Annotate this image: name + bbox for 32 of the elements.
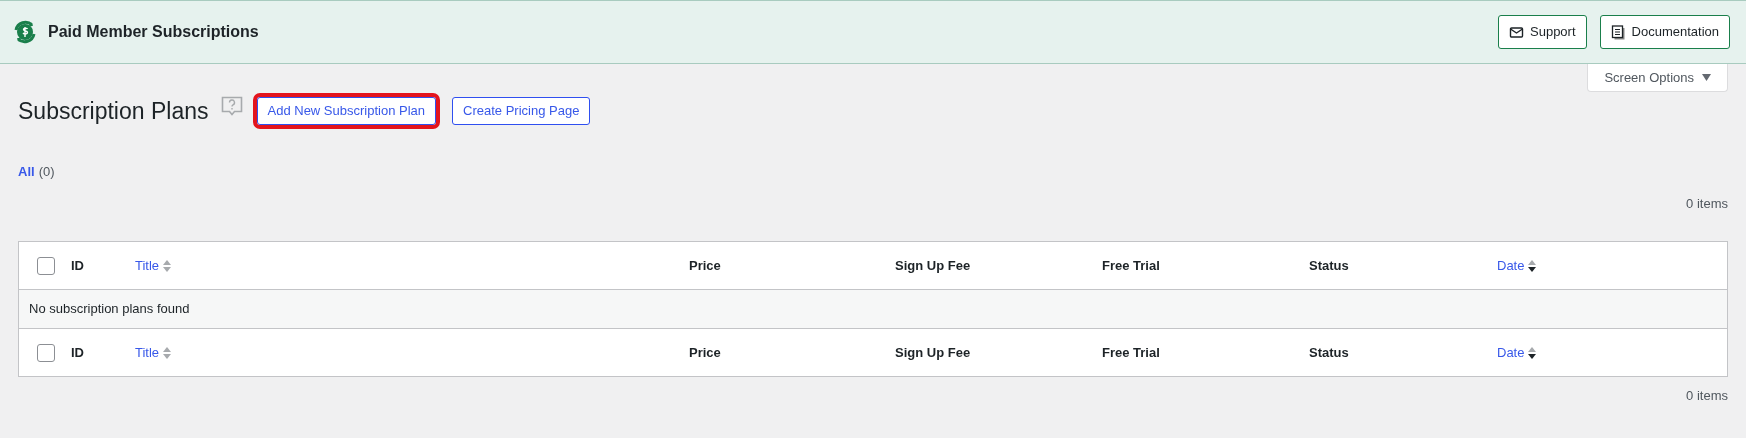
column-header: Status xyxy=(1309,343,1349,362)
column-header: Price xyxy=(689,343,721,362)
mail-icon xyxy=(1509,24,1524,40)
filter-count: (0) xyxy=(38,163,55,181)
screen-options-button[interactable]: Screen Options xyxy=(1587,64,1728,92)
column-sort-link[interactable]: Date xyxy=(1497,255,1525,276)
select-all-checkbox[interactable] xyxy=(37,343,55,362)
item-count: 0 items xyxy=(1686,387,1728,405)
column-sort-link[interactable]: Title xyxy=(135,255,160,276)
logo-icon xyxy=(12,19,38,45)
column-header: ID xyxy=(71,343,84,362)
caret-icon xyxy=(1702,74,1711,81)
filter-link[interactable]: All xyxy=(18,162,35,182)
header-button[interactable]: Support xyxy=(1498,15,1587,49)
column-header: Price xyxy=(689,256,721,275)
app-title: Paid Member Subscriptions xyxy=(48,22,259,42)
column-sort-link[interactable]: Date xyxy=(1497,342,1525,363)
column-header: Sign Up Fee xyxy=(895,256,971,275)
column-sort-link[interactable]: Title xyxy=(135,342,160,363)
header-button[interactable]: Documentation xyxy=(1599,15,1730,49)
page-title: Subscription Plans xyxy=(18,96,209,126)
select-all-checkbox[interactable] xyxy=(37,256,55,275)
column-header: Status xyxy=(1309,256,1349,275)
document-icon xyxy=(1610,24,1626,40)
column-header: Free Trial xyxy=(1102,256,1160,275)
item-count: 0 items xyxy=(1686,194,1728,213)
action-button[interactable]: Create Pricing Page xyxy=(452,97,591,125)
column-header: Sign Up Fee xyxy=(895,343,971,362)
help-icon[interactable] xyxy=(220,96,243,118)
empty-message: No subscription plans found xyxy=(29,300,190,319)
column-header: ID xyxy=(71,256,84,275)
column-header: Free Trial xyxy=(1102,343,1160,362)
